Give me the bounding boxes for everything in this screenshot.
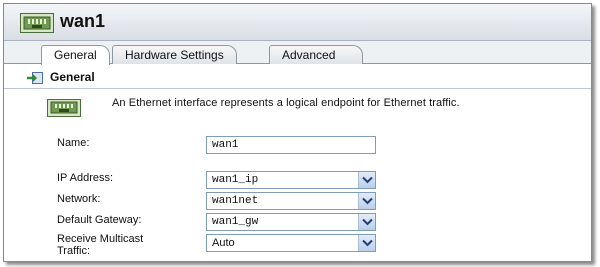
chevron-down-icon (362, 176, 373, 184)
title-bar: wan1 (4, 4, 591, 41)
ip-address-dropdown-button[interactable] (358, 172, 375, 188)
chevron-down-icon (362, 239, 373, 247)
chevron-down-icon (362, 197, 373, 205)
ethernet-interface-icon (47, 99, 81, 117)
default-gateway-select[interactable]: wan1_gw (206, 213, 376, 231)
network-label: Network: (57, 193, 101, 205)
arrow-into-box-icon (27, 72, 43, 84)
name-label: Name: (57, 137, 90, 149)
tab-hardware-settings[interactable]: Hardware Settings (112, 45, 237, 64)
ethernet-port-icon (20, 13, 54, 33)
receive-multicast-select[interactable]: Auto (206, 234, 376, 252)
window-title: wan1 (60, 11, 106, 31)
interface-description: An Ethernet interface represents a logic… (112, 97, 460, 109)
default-gateway-dropdown-button[interactable] (358, 214, 375, 230)
general-section-header: General (4, 65, 591, 89)
receive-multicast-value: Auto (212, 237, 235, 249)
ip-address-select[interactable]: wan1_ip (206, 171, 376, 189)
tab-general[interactable]: General (41, 45, 110, 65)
network-dropdown-button[interactable] (358, 193, 375, 209)
default-gateway-value: wan1_gw (212, 216, 259, 228)
receive-multicast-dropdown-button[interactable] (358, 235, 375, 251)
name-input[interactable]: wan1 (206, 136, 376, 154)
chevron-down-icon (362, 218, 373, 226)
interface-properties-window: wan1 General Hardware Settings Advanced … (3, 3, 592, 262)
ip-address-label: IP Address: (57, 172, 114, 184)
tab-strip: General Hardware Settings Advanced (4, 41, 591, 65)
receive-multicast-label-line2: Traffic: (57, 245, 91, 257)
tab-advanced[interactable]: Advanced (269, 45, 363, 64)
receive-multicast-label-line1: Receive Multicast (57, 233, 144, 245)
network-select[interactable]: wan1net (206, 192, 376, 210)
section-title: General (50, 70, 95, 84)
network-value: wan1net (212, 195, 259, 207)
ip-address-value: wan1_ip (212, 174, 259, 186)
default-gateway-label: Default Gateway: (57, 214, 142, 226)
